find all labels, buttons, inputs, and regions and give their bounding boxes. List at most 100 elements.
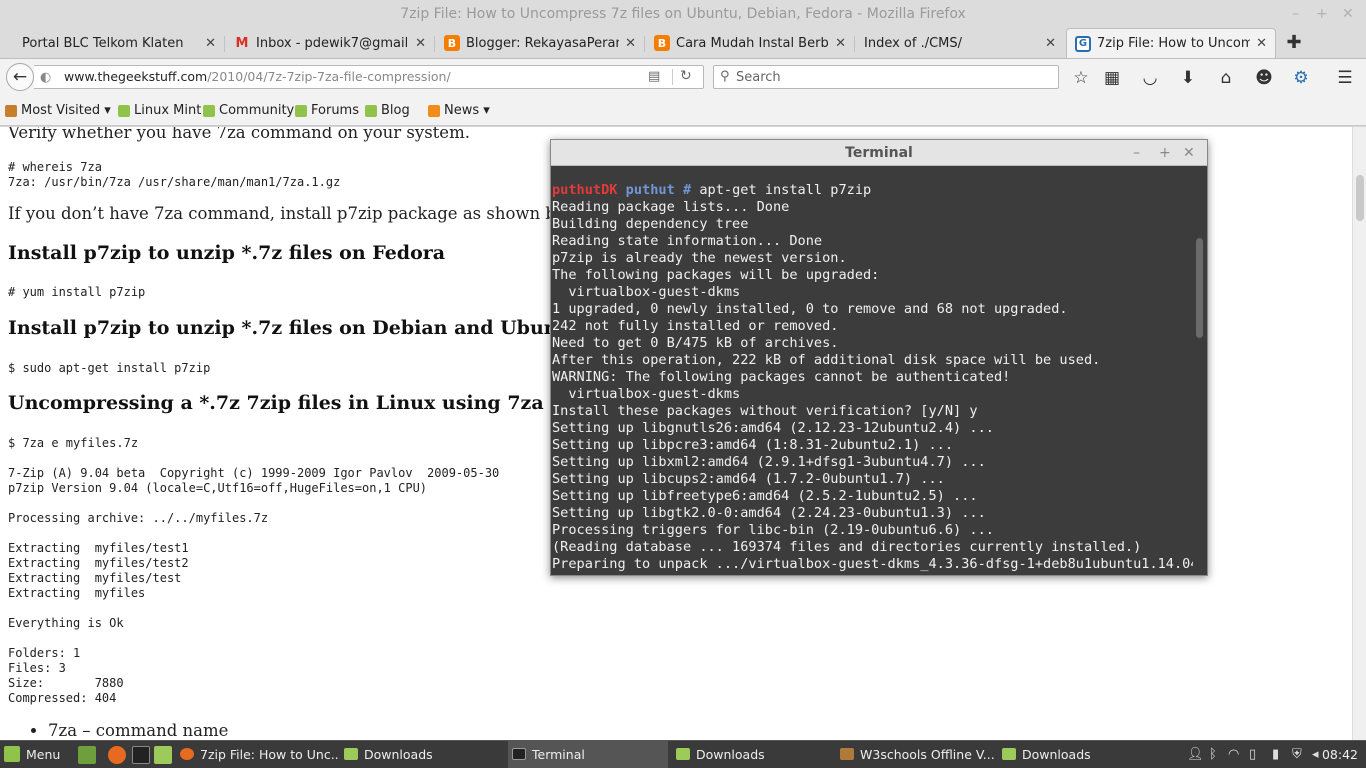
- terminal-scrollbar[interactable]: [1193, 166, 1207, 575]
- terminal-output[interactable]: puthutDK puthut # apt-get install p7zip …: [551, 166, 1193, 575]
- firefox-icon: [180, 748, 194, 760]
- bookmark-linux-mint[interactable]: Linux Mint: [118, 103, 201, 118]
- pocket-icon[interactable]: ◡: [1139, 68, 1161, 88]
- output-line: Extracting myfiles/test: [8, 571, 182, 585]
- tab-gmail-inbox[interactable]: M Inbox - pdewik7@gmail.c... ✕: [226, 28, 434, 58]
- page-scrollbar[interactable]: [1352, 127, 1366, 740]
- tab-close-icon[interactable]: ✕: [625, 36, 636, 51]
- hello-icon[interactable]: ☻: [1253, 68, 1275, 88]
- bookmark-label: Community: [219, 103, 295, 118]
- reload-icon[interactable]: ↻: [680, 68, 692, 84]
- bluetooth-icon[interactable]: ᛒ: [1209, 741, 1217, 768]
- wifi-icon[interactable]: ◠: [1228, 741, 1239, 768]
- bookmark-news[interactable]: News ▾: [428, 103, 490, 118]
- prompt-user: puthutDK: [552, 182, 618, 198]
- tab-label: Blogger: RekayasaPeran...: [466, 35, 620, 51]
- tab-label: Portal BLC Telkom Klaten: [22, 35, 184, 51]
- folder-icon: [676, 748, 690, 760]
- terminal-maximize-icon[interactable]: +: [1159, 140, 1171, 166]
- bookmarks-list-icon[interactable]: ▦: [1101, 68, 1123, 88]
- terminal-launcher-icon[interactable]: [132, 746, 150, 764]
- terminal-titlebar[interactable]: Terminal – + ✕: [551, 140, 1207, 166]
- tab-7zip-active[interactable]: G 7zip File: How to Uncomp... ✕: [1066, 28, 1276, 58]
- taskbar: Menu 7zip File: How to Unc... Downloads …: [0, 740, 1366, 768]
- terminal-minimize-icon[interactable]: –: [1133, 140, 1140, 166]
- clipboard-icon[interactable]: ▯: [1249, 741, 1256, 768]
- terminal-line: The following packages will be upgraded:: [552, 267, 880, 283]
- home-icon[interactable]: ⌂: [1215, 68, 1237, 88]
- taskbar-window-terminal[interactable]: Terminal: [508, 741, 668, 768]
- terminal-line: Building dependency tree: [552, 216, 749, 232]
- show-desktop-icon[interactable]: [78, 746, 96, 764]
- bookmark-community[interactable]: Community: [203, 103, 294, 118]
- user-icon[interactable]: 👤︎: [1187, 741, 1204, 768]
- tab-cara-mudah[interactable]: B Cara Mudah Instal Berba... ✕: [646, 28, 854, 58]
- terminal-line: WARNING: The following packages cannot b…: [552, 369, 1011, 385]
- files-launcher-icon[interactable]: [154, 746, 172, 764]
- tab-blogger[interactable]: B Blogger: RekayasaPeran... ✕: [436, 28, 644, 58]
- whereis-command: # whereis 7za: [8, 160, 102, 174]
- firefox-launcher-icon[interactable]: [108, 746, 126, 764]
- menu-icon[interactable]: ☰: [1334, 68, 1356, 88]
- terminal-line: p7zip is already the newest version.: [552, 250, 847, 266]
- taskbar-window-label: Terminal: [532, 747, 585, 762]
- terminal-line: 1 upgraded, 0 newly installed, 0 to remo…: [552, 301, 1068, 317]
- bookmark-label: Linux Mint: [134, 103, 202, 118]
- bookmark-star-icon[interactable]: ☆: [1070, 68, 1092, 88]
- terminal-scrollbar-thumb[interactable]: [1196, 238, 1203, 338]
- search-icon: ⚲: [720, 69, 730, 84]
- intro-paragraph: Verify whether you have 7za command on y…: [8, 127, 470, 142]
- maximize-icon[interactable]: +: [1316, 0, 1328, 28]
- reader-view-icon[interactable]: ▤: [648, 69, 660, 84]
- page-scrollbar-thumb[interactable]: [1356, 175, 1364, 221]
- search-input[interactable]: [736, 68, 1046, 86]
- back-button[interactable]: ←: [6, 63, 34, 91]
- tab-index-cms[interactable]: Index of ./CMS/ ✕: [856, 28, 1064, 58]
- tab-close-icon[interactable]: ✕: [1045, 36, 1056, 51]
- taskbar-window-downloads-3[interactable]: Downloads: [1000, 741, 1160, 768]
- terminal-title: Terminal: [845, 145, 913, 161]
- search-bar[interactable]: ⚲: [713, 65, 1059, 89]
- output-line: 7-Zip (A) 9.04 beta Copyright (c) 1999-2…: [8, 466, 500, 480]
- clock[interactable]: 08:42: [1322, 741, 1358, 768]
- terminal-close-icon[interactable]: ✕: [1183, 140, 1195, 166]
- gear-icon: [5, 104, 17, 117]
- bookmark-blog[interactable]: Blog: [365, 103, 410, 118]
- bookmark-forums[interactable]: Forums: [295, 103, 359, 118]
- window-title: 7zip File: How to Uncompress 7z files on…: [400, 6, 966, 22]
- terminal-window[interactable]: Terminal – + ✕ puthutDK puthut # apt-get…: [550, 139, 1208, 576]
- terminal-line: Setting up libgnutls26:amd64 (2.12.23-12…: [552, 420, 994, 436]
- taskbar-window-w3schools[interactable]: W3schools Offline V...: [836, 741, 996, 768]
- tab-portal-blc[interactable]: Portal BLC Telkom Klaten ✕: [14, 28, 224, 58]
- url-text[interactable]: www.thegeekstuff.com/2010/04/7z-7zip-7za…: [64, 69, 451, 84]
- taskbar-window-downloads-1[interactable]: Downloads: [344, 741, 504, 768]
- tab-label: Index of ./CMS/: [864, 35, 963, 51]
- close-window-icon[interactable]: ✕: [1342, 0, 1354, 28]
- bookmark-label: Most Visited ▾: [21, 103, 111, 118]
- taskbar-window-firefox[interactable]: 7zip File: How to Unc...: [180, 741, 340, 768]
- tab-close-icon[interactable]: ✕: [205, 36, 216, 51]
- terminal-line: Setting up libgtk2.0-0:amd64 (2.24.23-0u…: [552, 505, 986, 521]
- shield-icon[interactable]: ⛨: [1292, 741, 1302, 768]
- taskbar-window-downloads-2[interactable]: Downloads: [672, 741, 832, 768]
- tab-close-icon[interactable]: ✕: [415, 36, 426, 51]
- taskbar-window-label: Downloads: [696, 747, 765, 762]
- volume-icon[interactable]: ◂: [1312, 741, 1319, 768]
- bookmark-most-visited[interactable]: Most Visited ▾: [5, 103, 111, 118]
- folder-icon: [1002, 748, 1016, 760]
- prompt-host: puthut: [625, 182, 675, 198]
- minimize-icon[interactable]: –: [1292, 0, 1299, 28]
- install-paragraph: If you don’t have 7za command, install p…: [8, 204, 571, 223]
- tab-close-icon[interactable]: ✕: [1256, 36, 1267, 51]
- tab-close-icon[interactable]: ✕: [835, 36, 846, 51]
- url-bar[interactable]: ◐ www.thegeekstuff.com/2010/04/7z-7zip-7…: [34, 65, 704, 89]
- battery-icon[interactable]: ▮: [1272, 741, 1279, 768]
- output-line: Extracting myfiles/test1: [8, 541, 189, 555]
- new-tab-button[interactable]: ✚: [1283, 28, 1305, 58]
- extension-icon[interactable]: ⚙: [1290, 68, 1312, 88]
- download-icon[interactable]: ⬇: [1177, 68, 1199, 88]
- start-menu-button[interactable]: Menu: [4, 741, 70, 768]
